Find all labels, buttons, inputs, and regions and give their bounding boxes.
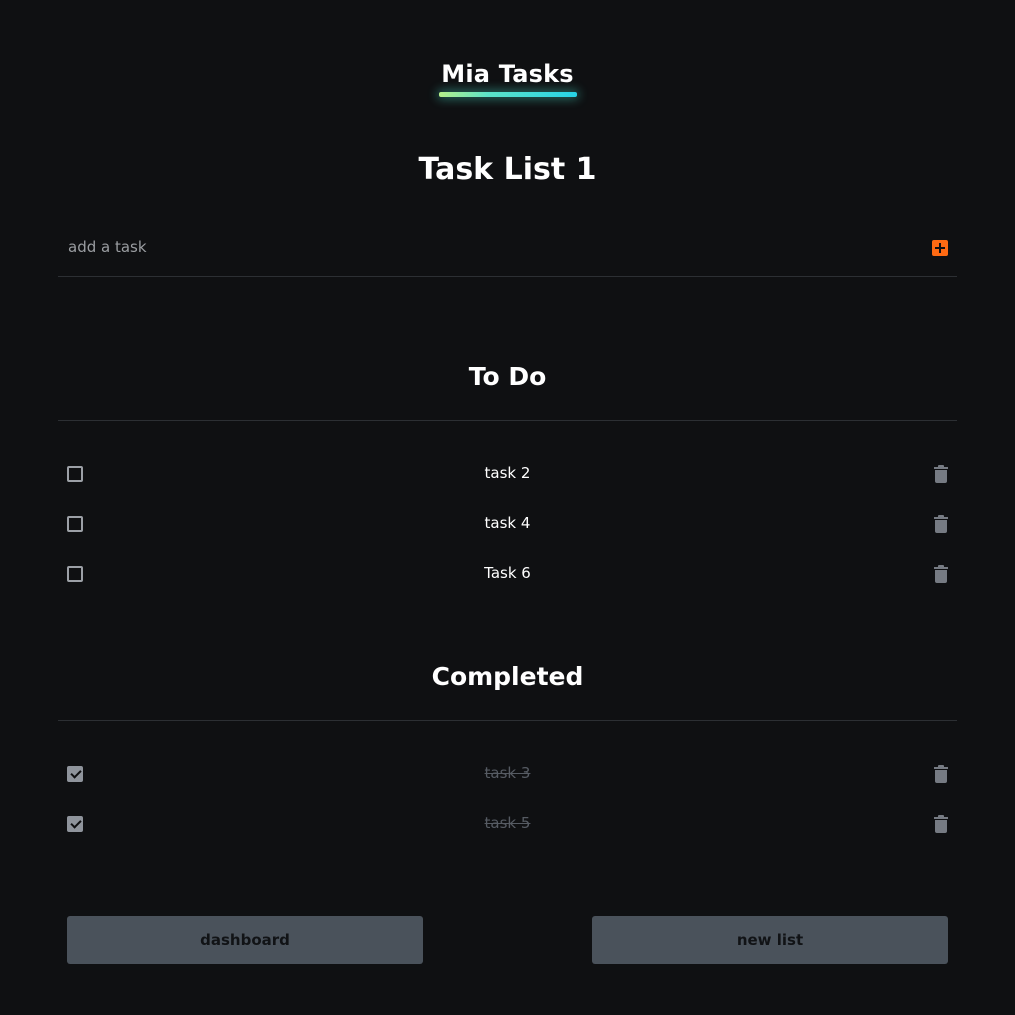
trash-icon[interactable] bbox=[934, 515, 948, 533]
completed-task-row: task 3 bbox=[58, 754, 957, 794]
add-task-row bbox=[58, 224, 957, 277]
todo-task-row: task 2 bbox=[58, 454, 957, 494]
task-label: task 4 bbox=[484, 514, 531, 532]
task-label: task 5 bbox=[484, 814, 531, 832]
task-label: task 3 bbox=[484, 764, 531, 782]
add-task-button[interactable] bbox=[932, 240, 948, 256]
new-list-button[interactable]: new list bbox=[592, 916, 948, 964]
app-title: Mia Tasks bbox=[441, 60, 574, 88]
trash-icon[interactable] bbox=[934, 565, 948, 583]
add-task-input[interactable] bbox=[58, 224, 908, 270]
trash-icon[interactable] bbox=[934, 815, 948, 833]
completed-divider bbox=[58, 720, 957, 721]
completed-heading: Completed bbox=[431, 662, 584, 691]
task-label: Task 6 bbox=[484, 564, 531, 582]
task-label: task 2 bbox=[484, 464, 531, 482]
page-title: Task List 1 bbox=[418, 152, 597, 187]
trash-icon[interactable] bbox=[934, 765, 948, 783]
completed-task-row: task 5 bbox=[58, 804, 957, 844]
trash-icon[interactable] bbox=[934, 465, 948, 483]
todo-heading: To Do bbox=[468, 362, 547, 391]
task-list-page: Mia Tasks Task List 1 To Do task 2 task … bbox=[0, 0, 1015, 1015]
todo-divider bbox=[58, 420, 957, 421]
dashboard-button[interactable]: dashboard bbox=[67, 916, 423, 964]
title-underline bbox=[439, 92, 577, 97]
todo-task-row: task 4 bbox=[58, 504, 957, 544]
todo-task-row: Task 6 bbox=[58, 554, 957, 594]
